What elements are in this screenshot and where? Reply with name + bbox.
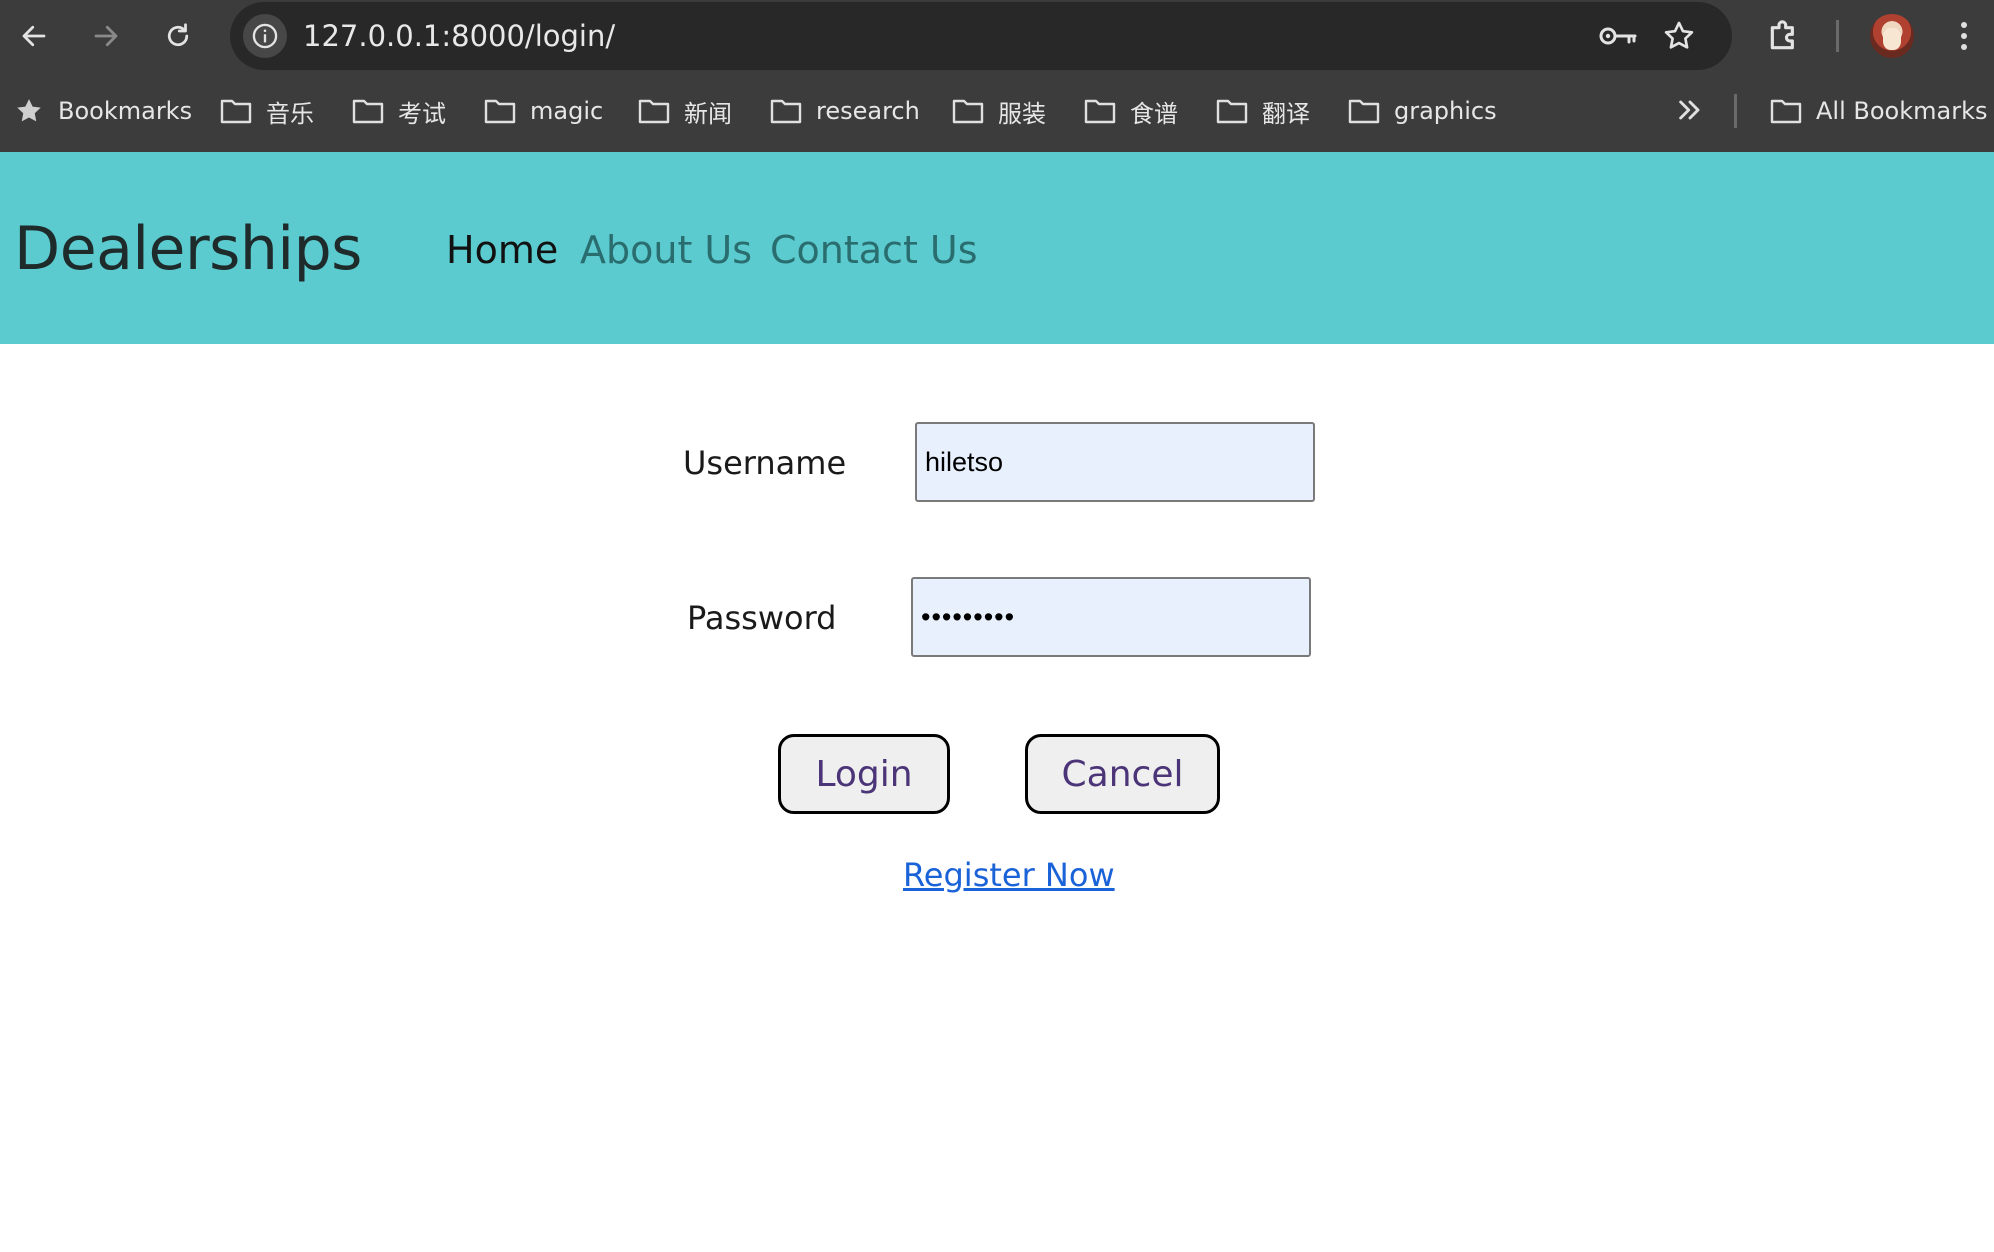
- nav-about-link[interactable]: About Us: [580, 228, 752, 272]
- bookmark-label: 翻译: [1262, 99, 1310, 128]
- all-bookmarks-folder[interactable]: All Bookmarks: [1770, 88, 1987, 134]
- folder-icon: [638, 99, 670, 124]
- avatar-face: [1883, 28, 1901, 50]
- bookmark-folder[interactable]: graphics: [1348, 88, 1497, 134]
- bookmark-folder[interactable]: 食谱: [1084, 88, 1178, 134]
- browser-chrome: 127.0.0.1:8000/login/ Bookmarks 音乐 考试 ma…: [0, 0, 1994, 152]
- toolbar-divider: [1836, 20, 1839, 52]
- password-label: Password: [687, 599, 837, 637]
- site-header: Dealerships Home About Us Contact Us: [0, 152, 1994, 344]
- arrow-right-icon: [94, 25, 118, 47]
- bookmark-label: research: [816, 97, 920, 125]
- folder-icon: [1084, 99, 1116, 124]
- folder-icon: [352, 99, 384, 124]
- bookmark-label: 考试: [398, 99, 446, 128]
- chevron-double-right-icon[interactable]: [1674, 94, 1706, 126]
- back-button[interactable]: [12, 14, 56, 58]
- browser-toolbar: 127.0.0.1:8000/login/: [0, 0, 1994, 72]
- browser-menu-button[interactable]: [1950, 16, 1978, 56]
- address-bar[interactable]: 127.0.0.1:8000/login/: [230, 2, 1732, 70]
- bookmark-star-icon[interactable]: [1662, 19, 1696, 53]
- brand-title[interactable]: Dealerships: [14, 214, 362, 284]
- nav-home-link[interactable]: Home: [446, 228, 558, 272]
- reload-icon: [167, 23, 189, 47]
- bookmark-folder[interactable]: 服装: [952, 88, 1046, 134]
- extensions-icon[interactable]: [1764, 16, 1804, 56]
- bookmarks-divider: [1734, 94, 1737, 128]
- bookmark-label: 服装: [998, 99, 1046, 128]
- bookmark-folder[interactable]: 新闻: [638, 88, 732, 134]
- bookmarks-star-item[interactable]: Bookmarks: [14, 88, 192, 134]
- bookmark-label: graphics: [1394, 97, 1497, 125]
- folder-icon: [1770, 99, 1802, 124]
- folder-icon: [952, 99, 984, 124]
- arrow-left-icon: [22, 25, 46, 47]
- bookmark-folder[interactable]: 音乐: [220, 88, 314, 134]
- cancel-button[interactable]: Cancel: [1025, 734, 1220, 814]
- forward-button[interactable]: [84, 14, 128, 58]
- bookmark-folder[interactable]: research: [770, 88, 920, 134]
- folder-icon: [1348, 99, 1380, 124]
- url-text[interactable]: 127.0.0.1:8000/login/: [303, 2, 615, 70]
- folder-icon: [220, 99, 252, 124]
- password-input[interactable]: •••••••••: [911, 577, 1311, 657]
- bookmark-folder[interactable]: magic: [484, 88, 603, 134]
- bookmark-label: 新闻: [684, 99, 732, 128]
- profile-avatar[interactable]: [1870, 14, 1914, 58]
- register-now-link[interactable]: Register Now: [903, 856, 1115, 894]
- folder-icon: [484, 99, 516, 124]
- key-icon[interactable]: [1598, 19, 1638, 53]
- reload-button[interactable]: [156, 14, 200, 58]
- star-icon: [17, 99, 41, 122]
- site-info-button[interactable]: [243, 14, 287, 58]
- folder-icon: [770, 99, 802, 124]
- folder-icon: [1216, 99, 1248, 124]
- bookmark-label: Bookmarks: [58, 97, 193, 125]
- login-button[interactable]: Login: [778, 734, 950, 814]
- username-label: Username: [683, 444, 847, 482]
- bookmark-label: 食谱: [1130, 99, 1178, 128]
- nav-contact-link[interactable]: Contact Us: [770, 228, 978, 272]
- bookmark-label: magic: [530, 97, 604, 125]
- info-icon: [252, 23, 278, 49]
- bookmark-folder[interactable]: 考试: [352, 88, 446, 134]
- username-input[interactable]: hiletso: [915, 422, 1315, 502]
- bookmark-folder[interactable]: 翻译: [1216, 88, 1310, 134]
- bookmark-label: 音乐: [266, 99, 314, 128]
- all-bookmarks-label: All Bookmarks: [1816, 97, 1988, 125]
